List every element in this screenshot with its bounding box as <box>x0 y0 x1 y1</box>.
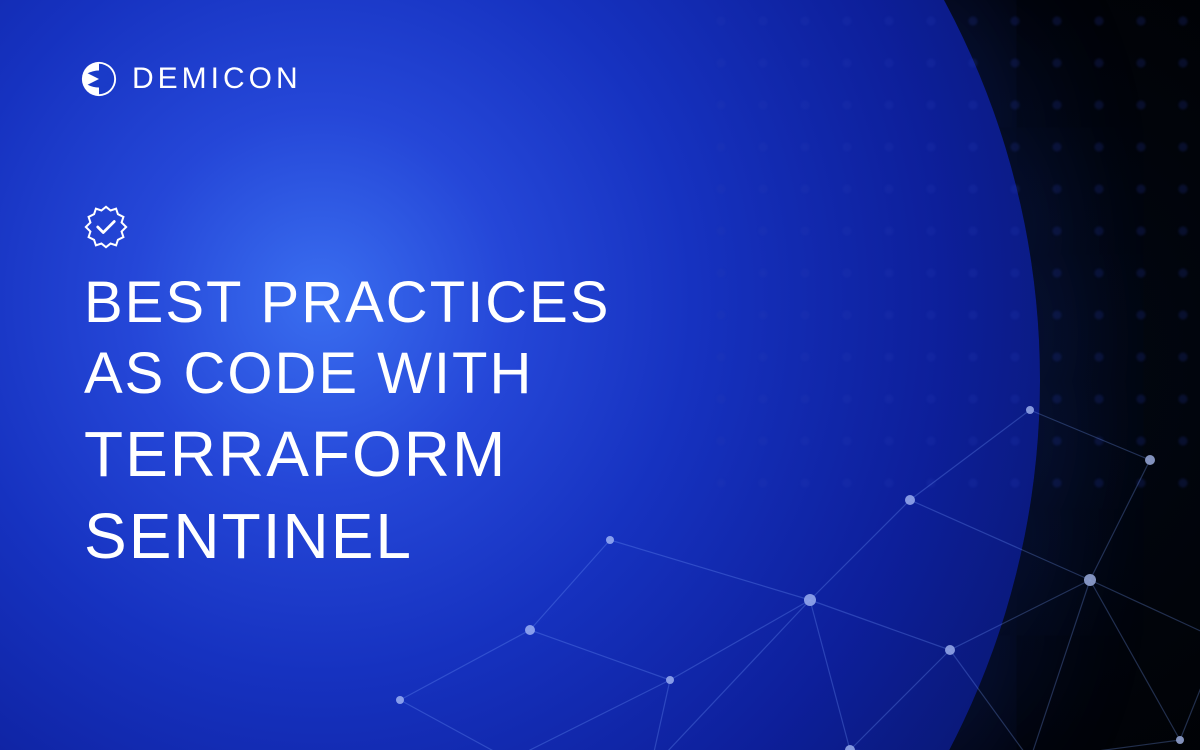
verified-badge-icon <box>84 205 128 249</box>
headline-line-4: SENTINEL <box>84 498 611 575</box>
headline: BEST PRACTICES AS CODE WITH TERRAFORM SE… <box>84 268 611 575</box>
headline-line-1: BEST PRACTICES <box>84 268 611 339</box>
logo-mark-icon <box>80 60 118 98</box>
brand-name: DEMICON <box>132 62 302 96</box>
headline-line-3: TERRAFORM <box>84 416 611 493</box>
hero-banner: DEMICON BEST PRACTICES AS CODE WITH TERR… <box>0 0 1200 750</box>
brand-logo: DEMICON <box>80 60 302 98</box>
headline-line-2: AS CODE WITH <box>84 339 611 410</box>
